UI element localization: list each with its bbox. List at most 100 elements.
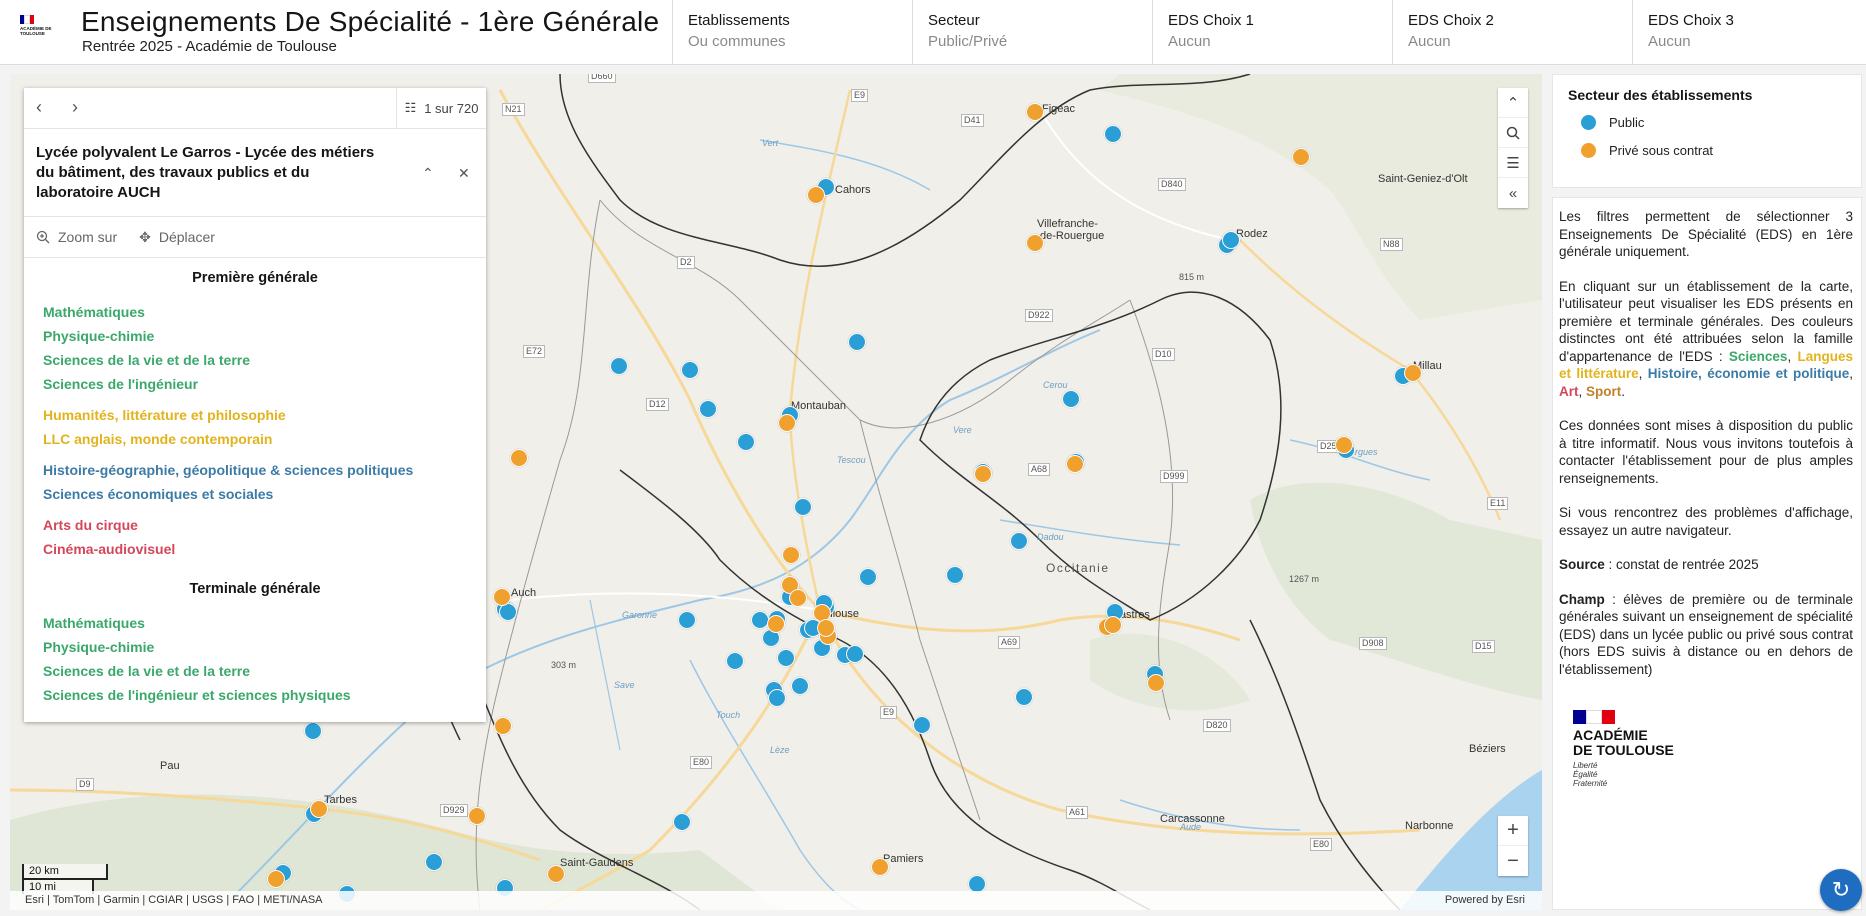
elevation-label: 1267 m xyxy=(1289,574,1320,584)
brand: ACADÉMIE DE TOULOUSE Enseignements De Sp… xyxy=(0,0,672,65)
info-click: En cliquant sur un établissement de la c… xyxy=(1559,278,1853,399)
public-establishment-marker[interactable] xyxy=(1062,390,1080,408)
public-establishment-marker[interactable] xyxy=(848,333,866,351)
filter-eds-choix-1[interactable]: EDS Choix 1 Aucun xyxy=(1152,0,1392,65)
filter-etablissements[interactable]: Etablissements Ou communes xyxy=(672,0,912,65)
private-establishment-marker[interactable] xyxy=(1147,674,1165,692)
french-flag-icon xyxy=(20,15,34,24)
place-label: de-Rouergue xyxy=(1040,230,1105,242)
previous-feature-button[interactable]: ‹ xyxy=(36,97,42,118)
public-establishment-marker[interactable] xyxy=(859,568,877,586)
public-establishment-marker[interactable] xyxy=(846,645,864,663)
private-establishment-marker[interactable] xyxy=(468,807,486,825)
private-swatch xyxy=(1580,142,1597,159)
public-establishment-marker[interactable] xyxy=(699,400,717,418)
refresh-icon: ↻ xyxy=(1831,877,1851,902)
private-establishment-marker[interactable] xyxy=(1026,234,1044,252)
public-establishment-marker[interactable] xyxy=(791,677,809,695)
public-establishment-marker[interactable] xyxy=(304,722,322,740)
refresh-button[interactable]: ↻ xyxy=(1820,869,1862,911)
public-establishment-marker[interactable] xyxy=(913,716,931,734)
legend-item-private: Privé sous contrat xyxy=(1568,142,1861,159)
motto-1: Liberté xyxy=(1573,761,1598,770)
private-establishment-marker[interactable] xyxy=(767,615,785,633)
filter-eds-choix-3[interactable]: EDS Choix 3 Aucun xyxy=(1632,0,1866,65)
public-establishment-marker[interactable] xyxy=(777,649,795,667)
private-establishment-marker[interactable] xyxy=(871,858,889,876)
public-establishment-marker[interactable] xyxy=(610,357,628,375)
collapse-left-icon[interactable]: « xyxy=(1498,178,1528,208)
private-establishment-marker[interactable] xyxy=(1404,364,1422,382)
public-establishment-marker[interactable] xyxy=(1222,231,1240,249)
app-subtitle: Rentrée 2025 - Académie de Toulouse xyxy=(82,38,337,55)
next-feature-button[interactable]: › xyxy=(72,97,78,118)
private-establishment-marker[interactable] xyxy=(778,414,796,432)
private-establishment-marker[interactable] xyxy=(974,465,992,483)
region-label: Occitanie xyxy=(1046,561,1110,575)
private-establishment-marker[interactable] xyxy=(807,186,825,204)
road-label: E9 xyxy=(880,706,898,719)
road-label: D922 xyxy=(1025,309,1053,322)
place-label: Tarbes xyxy=(324,794,358,806)
collapse-up-icon[interactable]: ⌃ xyxy=(1498,88,1528,118)
premiere-title: Première générale xyxy=(192,270,318,286)
private-establishment-marker[interactable] xyxy=(1066,455,1084,473)
private-establishment-marker[interactable] xyxy=(1335,436,1353,454)
public-establishment-marker[interactable] xyxy=(425,853,443,871)
public-establishment-marker[interactable] xyxy=(946,566,964,584)
eds-item: Sciences de la vie et de la terre xyxy=(43,663,251,679)
eds-item: Humanités, littérature et philosophie xyxy=(43,407,286,423)
road-label: D820 xyxy=(1203,719,1231,732)
public-establishment-marker[interactable] xyxy=(681,361,699,379)
family-sciences: Sciences xyxy=(1728,348,1788,364)
public-establishment-marker[interactable] xyxy=(794,498,812,516)
river-label: Tescou xyxy=(837,455,866,465)
close-icon[interactable]: ✕ xyxy=(458,165,470,182)
zoom-to-button[interactable]: Zoom sur xyxy=(36,229,117,245)
zoom-in-button[interactable]: + xyxy=(1498,816,1528,846)
eds-item: Physique-chimie xyxy=(43,639,155,655)
public-establishment-marker[interactable] xyxy=(768,689,786,707)
info-champ: Champ : élèves de première ou de termina… xyxy=(1559,591,1853,679)
motto-2: Égalité xyxy=(1573,770,1598,779)
private-establishment-marker[interactable] xyxy=(789,589,807,607)
river-label: Save xyxy=(614,680,635,690)
move-button[interactable]: ✥ Déplacer xyxy=(139,229,215,246)
public-establishment-marker[interactable] xyxy=(673,813,691,831)
public-establishment-marker[interactable] xyxy=(1010,532,1028,550)
private-establishment-marker[interactable] xyxy=(493,588,511,606)
feature-count-button[interactable]: ☷ 1 sur 720 xyxy=(396,88,486,128)
public-establishment-marker[interactable] xyxy=(751,611,769,629)
private-establishment-marker[interactable] xyxy=(1292,148,1310,166)
collapse-icon[interactable]: ⌃ xyxy=(422,165,434,182)
scale-km: 20 km xyxy=(22,864,108,880)
eds-item: Sciences économiques et sociales xyxy=(43,486,274,502)
private-establishment-marker[interactable] xyxy=(510,449,528,467)
layer-list-icon[interactable]: ☰ xyxy=(1498,148,1528,178)
road-label: D12 xyxy=(646,398,669,411)
road-label: A69 xyxy=(998,636,1021,649)
public-establishment-marker[interactable] xyxy=(678,611,696,629)
public-establishment-marker[interactable] xyxy=(726,652,744,670)
powered-by-link[interactable]: Powered by Esri xyxy=(1445,894,1525,906)
private-establishment-marker[interactable] xyxy=(310,800,328,818)
filter-eds-choix-2[interactable]: EDS Choix 2 Aucun xyxy=(1392,0,1632,65)
private-establishment-marker[interactable] xyxy=(494,717,512,735)
zoom-out-button[interactable]: − xyxy=(1498,846,1528,876)
filter-value: Aucun xyxy=(1408,33,1451,50)
public-establishment-marker[interactable] xyxy=(1104,125,1122,143)
info-browser: Si vous rencontrez des problèmes d'affic… xyxy=(1559,505,1853,538)
public-establishment-marker[interactable] xyxy=(1015,688,1033,706)
private-establishment-marker[interactable] xyxy=(817,619,835,637)
private-establishment-marker[interactable] xyxy=(782,546,800,564)
private-establishment-marker[interactable] xyxy=(1104,616,1122,634)
info-filters: Les filtres permettent de sélectionner 3… xyxy=(1559,209,1853,259)
french-flag-icon xyxy=(1573,710,1615,724)
public-establishment-marker[interactable] xyxy=(737,433,755,451)
private-establishment-marker[interactable] xyxy=(1026,103,1044,121)
private-establishment-marker[interactable] xyxy=(547,865,565,883)
search-icon[interactable] xyxy=(1498,118,1528,148)
logo-line-2: DE TOULOUSE xyxy=(1573,742,1674,758)
private-establishment-marker[interactable] xyxy=(267,870,285,888)
filter-secteur[interactable]: Secteur Public/Privé xyxy=(912,0,1152,65)
